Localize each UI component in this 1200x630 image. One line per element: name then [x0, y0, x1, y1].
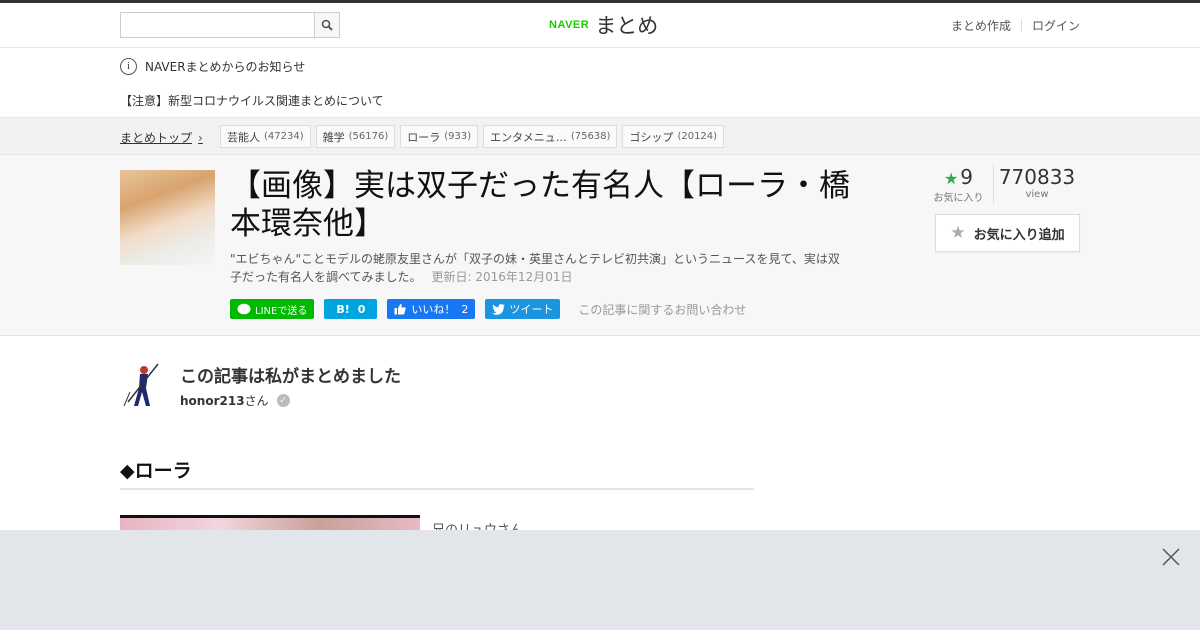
site-header: NAVER まとめ まとめ作成 ログイン [0, 3, 1200, 48]
link-divider [1020, 19, 1022, 31]
add-favorite-button[interactable]: ★ お気に入り追加 [935, 214, 1080, 252]
login-link[interactable]: ログイン [1032, 17, 1080, 34]
article-thumbnail [120, 170, 215, 265]
author-avatar[interactable] [120, 362, 164, 408]
hatena-bookmark-button[interactable]: B! 0 [324, 299, 378, 319]
article-header: 【画像】実は双子だった有名人【ローラ・橋本環奈他】 "エビちゃん"ことモデルの蛯… [0, 155, 1200, 336]
favorites-count-row: ★ 9 [924, 165, 993, 189]
views-count: 770833 [998, 165, 1076, 189]
category-bar: まとめトップ › 芸能人 (47234) 雑学 (56176) ローラ (933) エ… [0, 118, 1200, 155]
create-matome-link[interactable]: まとめ作成 [951, 17, 1011, 34]
info-icon: i [120, 58, 137, 75]
tweet-button[interactable]: ツイート [485, 299, 561, 319]
breadcrumb-top-link[interactable]: まとめトップ [120, 129, 192, 146]
close-icon[interactable] [1162, 548, 1180, 566]
logo-brand: NAVER [549, 19, 590, 31]
author-block: この記事は私がまとめました honor213 さん ✓ [120, 360, 720, 410]
hatena-icon: B! [336, 302, 350, 316]
star-icon: ★ [943, 169, 959, 188]
tag-count: (75638) [570, 131, 611, 142]
category-tag[interactable]: 雑学 (56176) [315, 125, 396, 148]
search-input[interactable] [121, 13, 314, 37]
facebook-like-count: 2 [461, 302, 469, 316]
logo-product: まとめ [595, 14, 659, 38]
star-icon: ★ [950, 223, 966, 243]
notice-area: i NAVERまとめからのお知らせ 【注意】新型コロナウイルス関連まとめについて [0, 48, 1200, 118]
tweet-label: ツイート [509, 303, 554, 316]
share-buttons: LINEで送る B! 0 いいね！ 2 ツイート この記事に関するお問い合わせ [230, 299, 746, 319]
tag-label: 雑学 [322, 130, 345, 144]
hatena-count: 0 [357, 302, 366, 316]
breadcrumb[interactable]: まとめトップ › [120, 129, 203, 146]
facebook-like-label: いいね！ [411, 303, 456, 316]
naver-matome-logo[interactable]: NAVER まとめ [549, 10, 658, 40]
search-button[interactable] [314, 13, 339, 37]
category-tags: 芸能人 (47234) 雑学 (56176) ローラ (933) エンタメニュ… (75… [220, 125, 729, 148]
tag-count: (47234) [264, 131, 304, 142]
updated-date: 更新日: 2016年12月01日 [431, 270, 573, 284]
line-share-label: LINEで送る [255, 305, 308, 317]
tag-count: (20124) [677, 131, 718, 142]
tag-count: (933) [444, 131, 472, 142]
favorites-count: 9 [960, 165, 974, 189]
tag-label: ローラ [407, 130, 441, 144]
facebook-like-button[interactable]: いいね！ 2 [387, 299, 476, 319]
search-icon [321, 19, 333, 31]
contact-link[interactable]: この記事に関するお問い合わせ [578, 301, 746, 318]
category-tag[interactable]: ゴシップ (20124) [622, 125, 725, 148]
tag-count: (56176) [348, 131, 389, 142]
author-name-link[interactable]: honor213 [180, 394, 245, 408]
chevron-right-icon: › [198, 130, 203, 145]
category-tag[interactable]: エンタメニュ… (75638) [483, 125, 618, 148]
article-stats: ★ 9 お気に入り 770833 view [924, 165, 1080, 204]
views-label: view [1025, 189, 1049, 200]
section-heading: ◆ローラ [120, 456, 754, 490]
verified-check-icon: ✓ [276, 394, 290, 407]
views-stat: 770833 view [994, 165, 1080, 204]
tag-label: ゴシップ [629, 130, 674, 144]
favorites-stat: ★ 9 お気に入り [924, 165, 994, 204]
tag-label: 芸能人 [227, 130, 260, 144]
article-description: "エビちゃん"ことモデルの蛯原友里さんが「双子の妹・英里さんとテレビ初共演」とい… [230, 250, 845, 286]
header-links: まとめ作成 ログイン [951, 17, 1080, 34]
line-icon [237, 303, 251, 314]
category-tag[interactable]: ローラ (933) [400, 125, 479, 148]
notice-heading-text: NAVERまとめからのお知らせ [145, 60, 306, 74]
line-share-button[interactable]: LINEで送る [230, 299, 315, 319]
author-name-row: honor213 さん ✓ [180, 392, 290, 409]
favorites-label: お気に入り [933, 193, 984, 204]
author-suffix: さん [244, 394, 269, 408]
notice-item-link[interactable]: 【注意】新型コロナウイルス関連まとめについて [120, 92, 384, 109]
thumbs-up-icon [394, 303, 407, 315]
author-heading: この記事は私がまとめました [180, 367, 401, 387]
tag-label: エンタメニュ… [490, 130, 567, 144]
notice-heading: i NAVERまとめからのお知らせ [120, 58, 305, 75]
article-title: 【画像】実は双子だった有名人【ローラ・橋本環奈他】 [230, 168, 850, 242]
add-favorite-label: お気に入り追加 [973, 227, 1065, 243]
bottom-ad-overlay [0, 530, 1200, 630]
category-tag[interactable]: 芸能人 (47234) [220, 125, 311, 148]
twitter-bird-icon [492, 303, 506, 315]
search-box [120, 12, 340, 38]
